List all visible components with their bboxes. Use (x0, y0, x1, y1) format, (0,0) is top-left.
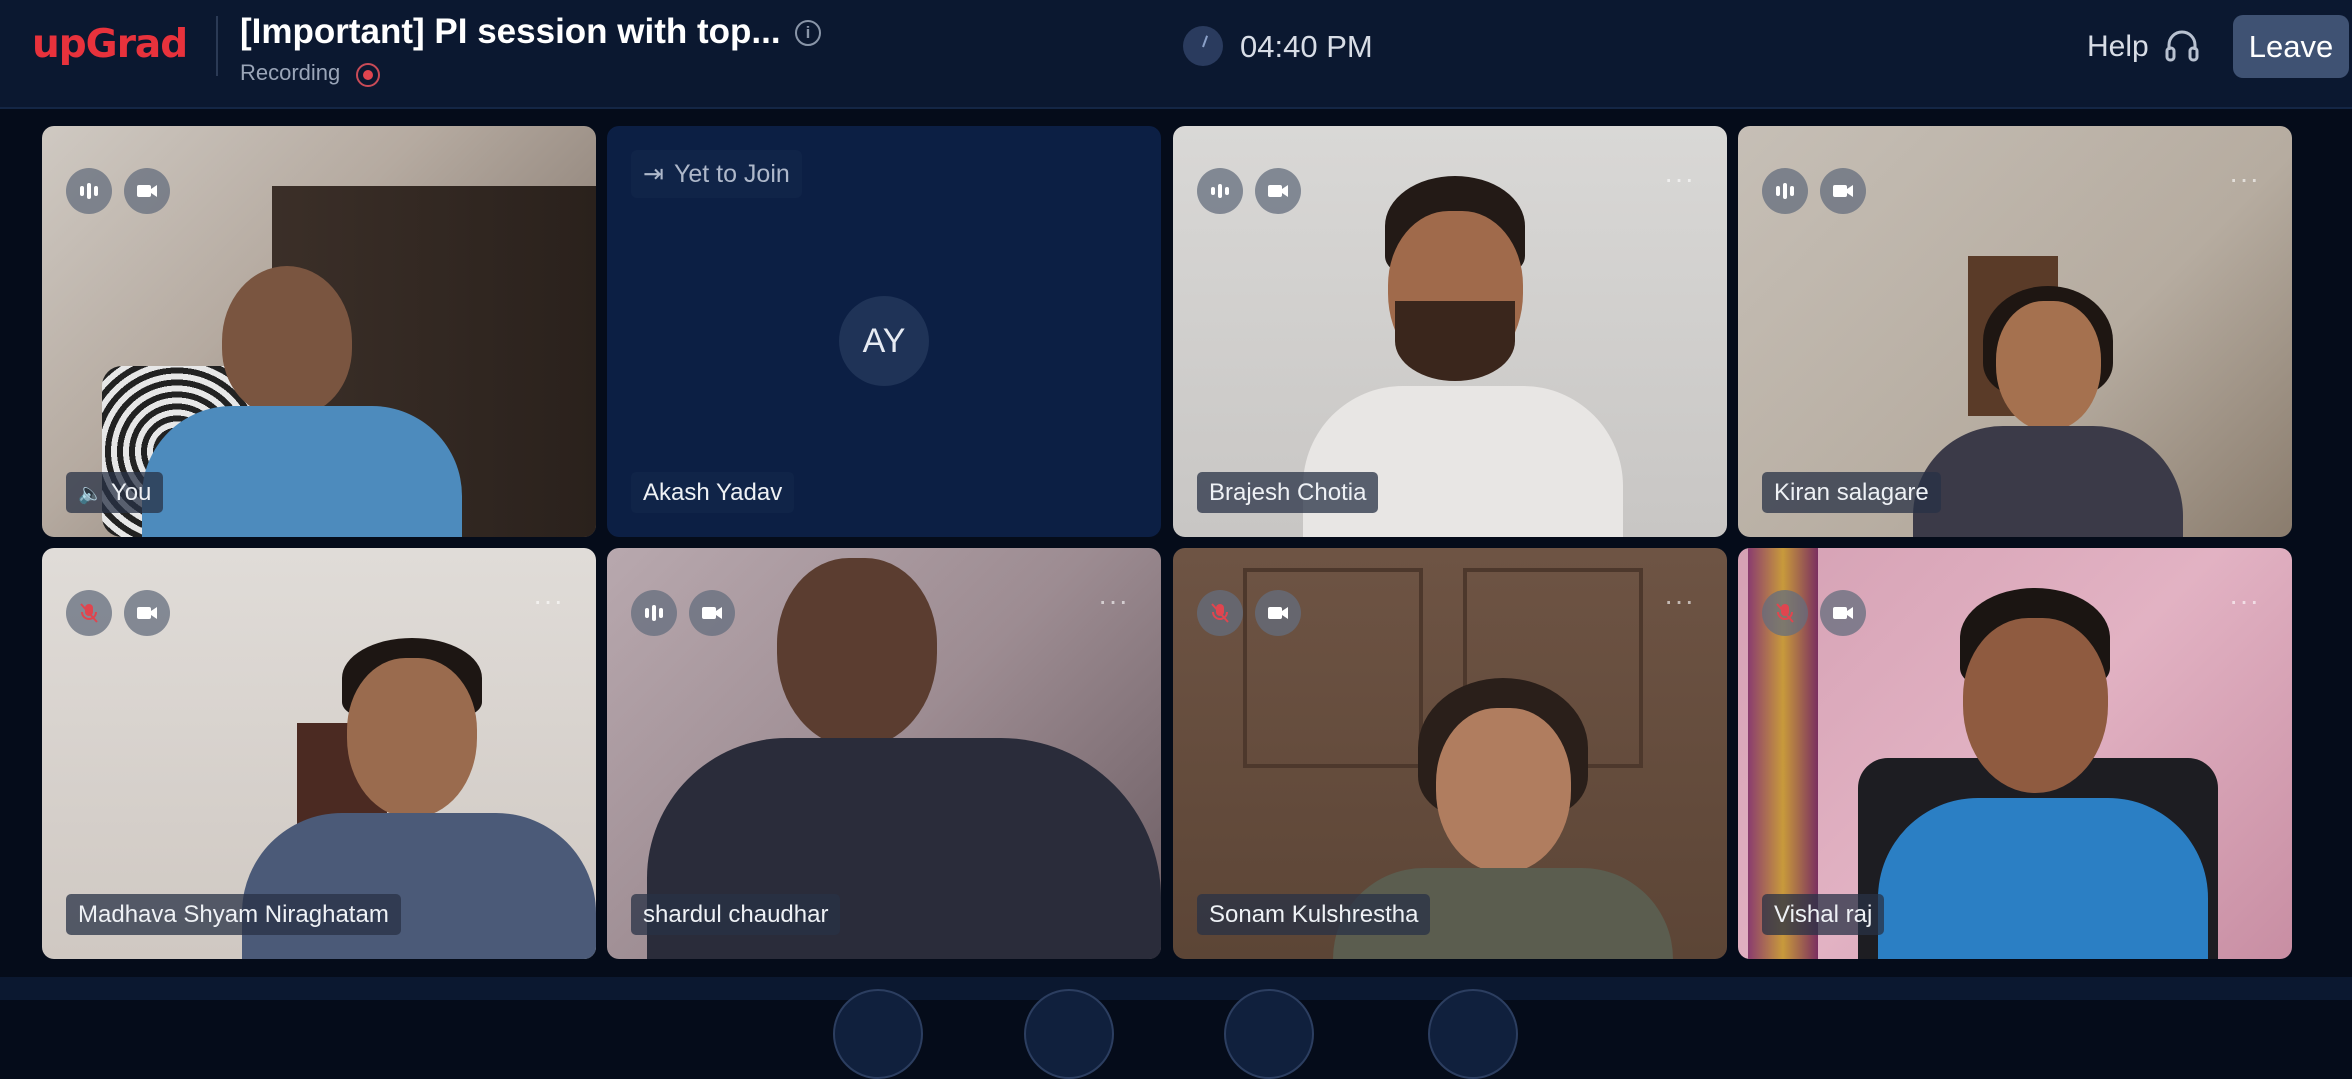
camera-icon[interactable] (1255, 590, 1301, 636)
audio-level-icon[interactable] (1762, 168, 1808, 214)
participant-tile[interactable]: 🔈 You (42, 126, 596, 537)
more-options-icon[interactable]: ··· (533, 587, 564, 615)
camera-icon[interactable] (1255, 168, 1301, 214)
participant-name: 🔈 You (66, 472, 164, 513)
info-icon[interactable]: i (795, 20, 821, 46)
audio-level-icon[interactable] (66, 168, 112, 214)
participant-name: Brajesh Chotia (1197, 472, 1379, 513)
participant-name: Kiran salagare (1762, 472, 1941, 513)
participant-tile[interactable]: ··· Madhava Shyam Niraghatam (42, 548, 596, 959)
upgrad-logo: upGrad (32, 22, 188, 67)
participant-grid: 🔈 You ⇥ Yet to Join AY Akash Yadav ··· Bra… (0, 109, 2352, 977)
session-title: [Important] PI session with top... (240, 12, 781, 51)
participant-name: shardul chaudhar (631, 894, 841, 935)
header-divider (216, 16, 218, 76)
yet-to-join-badge: ⇥ Yet to Join (631, 150, 802, 198)
participant-tile[interactable]: ··· Brajesh Chotia (1173, 126, 1727, 537)
participant-video (1996, 301, 2101, 431)
camera-icon[interactable] (124, 168, 170, 214)
toolbar-button[interactable] (1428, 989, 1518, 1079)
participant-tile[interactable]: ⇥ Yet to Join AY Akash Yadav (607, 126, 1161, 537)
yet-to-join-text: Yet to Join (673, 160, 790, 188)
participant-name: Madhava Shyam Niraghatam (66, 894, 401, 935)
headset-icon[interactable] (2164, 28, 2200, 66)
participant-name: Akash Yadav (631, 472, 795, 513)
toolbar-button[interactable] (1024, 989, 1114, 1079)
participant-video (777, 558, 937, 748)
participant-video (1963, 618, 2108, 793)
participant-name-text: You (110, 479, 152, 506)
camera-icon[interactable] (689, 590, 735, 636)
clock-icon (1183, 26, 1223, 66)
mic-muted-icon[interactable] (1762, 590, 1808, 636)
participant-shirt (242, 813, 596, 959)
participant-tile[interactable]: ··· Kiran salagare (1738, 126, 2292, 537)
bottom-toolbar (0, 977, 2352, 1079)
session-time: 04:40 PM (1240, 29, 1373, 64)
participant-beard (1395, 301, 1515, 381)
camera-icon[interactable] (124, 590, 170, 636)
participant-name: Sonam Kulshrestha (1197, 894, 1431, 935)
more-options-icon[interactable]: ··· (1098, 587, 1129, 615)
recording-icon (356, 63, 380, 87)
help-link[interactable]: Help (2087, 30, 2149, 64)
recording-label: Recording (240, 60, 341, 85)
participant-shirt (1303, 386, 1623, 537)
participant-tile[interactable]: ··· shardul chaudhar (607, 548, 1161, 959)
avatar: AY (839, 296, 929, 386)
participant-video (347, 658, 477, 818)
more-options-icon[interactable]: ··· (1664, 165, 1695, 193)
participant-shirt (1913, 426, 2183, 537)
participant-shirt (142, 406, 462, 537)
more-options-icon[interactable]: ··· (2229, 165, 2260, 193)
participant-tile[interactable]: ··· Vishal raj (1738, 548, 2292, 959)
mic-muted-icon[interactable] (1197, 590, 1243, 636)
participant-tile[interactable]: ··· Sonam Kulshrestha (1173, 548, 1727, 959)
leave-button[interactable]: Leave (2233, 15, 2349, 78)
exit-icon: ⇥ (643, 160, 664, 188)
participant-video (1436, 708, 1571, 873)
participant-shirt (1878, 798, 2208, 959)
camera-icon[interactable] (1820, 590, 1866, 636)
audio-level-icon[interactable] (631, 590, 677, 636)
more-options-icon[interactable]: ··· (1664, 587, 1695, 615)
participant-video (222, 266, 352, 416)
audio-level-icon[interactable] (1197, 168, 1243, 214)
camera-icon[interactable] (1820, 168, 1866, 214)
toolbar-button[interactable] (1224, 989, 1314, 1079)
top-bar: upGrad [Important] PI session with top..… (0, 0, 2352, 109)
mic-muted-icon[interactable] (66, 590, 112, 636)
speaking-icon: 🔈 (78, 483, 103, 505)
toolbar-button[interactable] (833, 989, 923, 1079)
participant-name: Vishal raj (1762, 894, 1885, 935)
more-options-icon[interactable]: ··· (2229, 587, 2260, 615)
